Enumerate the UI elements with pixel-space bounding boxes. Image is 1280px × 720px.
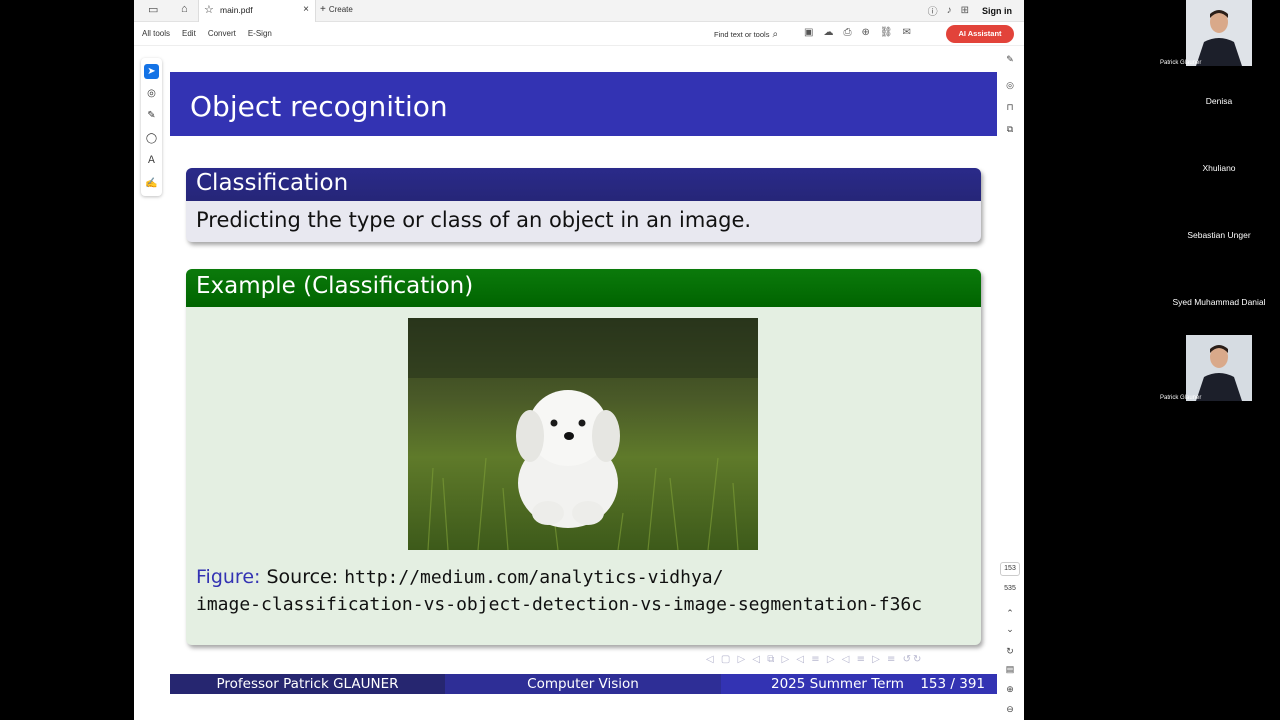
block-title: Classification bbox=[196, 170, 349, 196]
notifications-icon[interactable]: ♪ bbox=[947, 5, 952, 16]
participant-video-tile-2[interactable] bbox=[1186, 335, 1252, 401]
tab-title: main.pdf bbox=[220, 5, 253, 15]
speaker-video-image bbox=[1186, 0, 1252, 66]
zoom-out-icon[interactable]: ⊖ bbox=[1002, 704, 1018, 715]
caption-source: Source: bbox=[266, 566, 339, 588]
participants-panel: Patrick Glauner Denisa Xhuliano Sebastia… bbox=[1158, 0, 1280, 720]
tab-bar: ▭ ⌂ ☆ main.pdf × + Create ⓘ ♪ ⊞ Sign in bbox=[134, 0, 1024, 22]
block-body: Predicting the type or class of an objec… bbox=[196, 208, 752, 232]
slide-footer: Professor Patrick GLAUNER Computer Visio… bbox=[170, 674, 997, 694]
plus-icon: + bbox=[320, 4, 326, 15]
footer-right: 2025 Summer Term 153 / 391 bbox=[721, 674, 997, 694]
source-url-line2[interactable]: image-classification-vs-object-detection… bbox=[196, 594, 922, 615]
comment-tool-icon[interactable]: ◎ bbox=[144, 86, 159, 101]
home-icon[interactable]: ⌂ bbox=[181, 3, 188, 15]
footer-term: 2025 Summer Term bbox=[771, 676, 904, 692]
main-toolbar: All tools Edit Convert E-Sign Find text … bbox=[134, 22, 1024, 46]
find-tools-button[interactable]: Find text or tools ⌕ bbox=[714, 29, 778, 40]
scroll-down-icon[interactable]: ⌄ bbox=[1002, 624, 1018, 635]
find-label: Find text or tools bbox=[714, 30, 770, 39]
participant-name-3[interactable]: Xhuliano bbox=[1158, 163, 1280, 173]
comments-icon[interactable]: ◎ bbox=[1002, 80, 1018, 91]
sidebar-toggle-icon[interactable]: ▭ bbox=[148, 3, 158, 16]
example-block: Example (Classification) Figure: Source:… bbox=[186, 269, 981, 645]
participant-name-2[interactable]: Denisa bbox=[1158, 96, 1280, 106]
zoom-in-icon[interactable]: ⊕ bbox=[1002, 684, 1018, 695]
help-icon[interactable]: ⓘ bbox=[928, 3, 938, 18]
toolbar-actions: ▣ ☁ ⎙ ⊕ ⛓ ✉ bbox=[804, 27, 911, 38]
figure-caption: Figure: Source: http://medium.com/analyt… bbox=[196, 566, 723, 588]
pdf-page: Object recognition Classification Predic… bbox=[170, 72, 997, 694]
close-tab-icon[interactable]: × bbox=[303, 4, 309, 15]
sign-tool-icon[interactable]: ✍ bbox=[144, 176, 159, 191]
link-icon[interactable]: ⛓ bbox=[880, 27, 893, 38]
slide-title: Object recognition bbox=[190, 90, 448, 123]
refresh-icon[interactable]: ↻ bbox=[1002, 646, 1018, 657]
upload-cloud-icon[interactable]: ☁ bbox=[823, 27, 833, 38]
menu-convert[interactable]: Convert bbox=[208, 29, 236, 38]
share-icon[interactable]: ⊕ bbox=[861, 27, 869, 38]
participant-name-5[interactable]: Syed Muhammad Danial bbox=[1158, 297, 1280, 307]
lasso-tool-icon[interactable]: ◯ bbox=[144, 131, 159, 146]
left-tools-panel: ➤ ◎ ✎ ◯ Ａ ✍ bbox=[141, 58, 162, 196]
create-label: Create bbox=[328, 5, 353, 14]
beamer-nav-symbols[interactable]: ◁ ▢ ▷ ◁ ⧉ ▷ ◁ ≡ ▷ ◁ ≡ ▷ ≡ ↺↻ bbox=[706, 654, 923, 665]
total-pages: 535 bbox=[1004, 585, 1016, 592]
edit-pdf-icon[interactable]: ✎ bbox=[1002, 54, 1018, 65]
ai-assistant-button[interactable]: AI Assistant bbox=[946, 25, 1014, 43]
print-icon[interactable]: ⎙ bbox=[843, 27, 851, 38]
ai-assistant-label: AI Assistant bbox=[958, 29, 1002, 38]
email-icon[interactable]: ✉ bbox=[903, 27, 911, 38]
text-tool-icon[interactable]: Ａ bbox=[144, 153, 159, 168]
menu-all-tools[interactable]: All tools bbox=[142, 29, 170, 38]
footer-page-number: 153 / 391 bbox=[920, 676, 985, 692]
footer-course: Computer Vision bbox=[445, 674, 721, 694]
participant-name-4[interactable]: Sebastian Unger bbox=[1158, 230, 1280, 240]
save-icon[interactable]: ▣ bbox=[804, 27, 813, 38]
classification-block: Classification Predicting the type or cl… bbox=[186, 168, 981, 242]
example-title-bar: Example (Classification) bbox=[186, 269, 981, 307]
tile-name-2: Patrick Glauner bbox=[1160, 395, 1202, 401]
bookmark-icon[interactable]: ⊓ bbox=[1002, 102, 1018, 113]
select-tool-icon[interactable]: ➤ bbox=[144, 64, 159, 79]
apps-grid-icon[interactable]: ⊞ bbox=[961, 5, 969, 16]
menu-edit[interactable]: Edit bbox=[182, 29, 196, 38]
footer-author: Professor Patrick GLAUNER bbox=[170, 674, 445, 694]
search-icon: ⌕ bbox=[772, 29, 779, 40]
sign-in-button[interactable]: Sign in bbox=[982, 6, 1012, 16]
tile-name-1: Patrick Glauner bbox=[1160, 60, 1202, 66]
frame-title-bar: Object recognition bbox=[170, 72, 997, 136]
scroll-up-icon[interactable]: ⌃ bbox=[1002, 608, 1018, 619]
page-fit-icon[interactable]: ▤ bbox=[1002, 664, 1018, 675]
menu-e-sign[interactable]: E-Sign bbox=[248, 29, 272, 38]
figure-label: Figure: bbox=[196, 566, 261, 588]
participant-video-tile[interactable] bbox=[1186, 0, 1252, 66]
top-menu: All tools Edit Convert E-Sign bbox=[142, 29, 272, 38]
tab-main-pdf[interactable]: ☆ main.pdf × bbox=[198, 0, 316, 22]
dog-in-grass-image bbox=[408, 318, 758, 550]
dog-photo bbox=[408, 318, 758, 550]
example-title: Example (Classification) bbox=[196, 273, 474, 299]
block-title-bar: Classification bbox=[186, 168, 981, 201]
pdf-viewer-window: ▭ ⌂ ☆ main.pdf × + Create ⓘ ♪ ⊞ Sign in A… bbox=[134, 0, 1024, 720]
pages-icon[interactable]: ⧉ bbox=[1002, 124, 1018, 135]
create-button[interactable]: + Create bbox=[320, 4, 353, 15]
source-url-line1[interactable]: http://medium.com/analytics-vidhya/ bbox=[344, 567, 723, 588]
tabbar-right-controls: ⓘ ♪ ⊞ Sign in bbox=[928, 3, 1012, 18]
pen-tool-icon[interactable]: ✎ bbox=[144, 108, 159, 123]
current-page-field[interactable]: 153 bbox=[1000, 562, 1020, 576]
star-icon[interactable]: ☆ bbox=[204, 3, 214, 16]
speaker-video-image-2 bbox=[1186, 335, 1252, 401]
